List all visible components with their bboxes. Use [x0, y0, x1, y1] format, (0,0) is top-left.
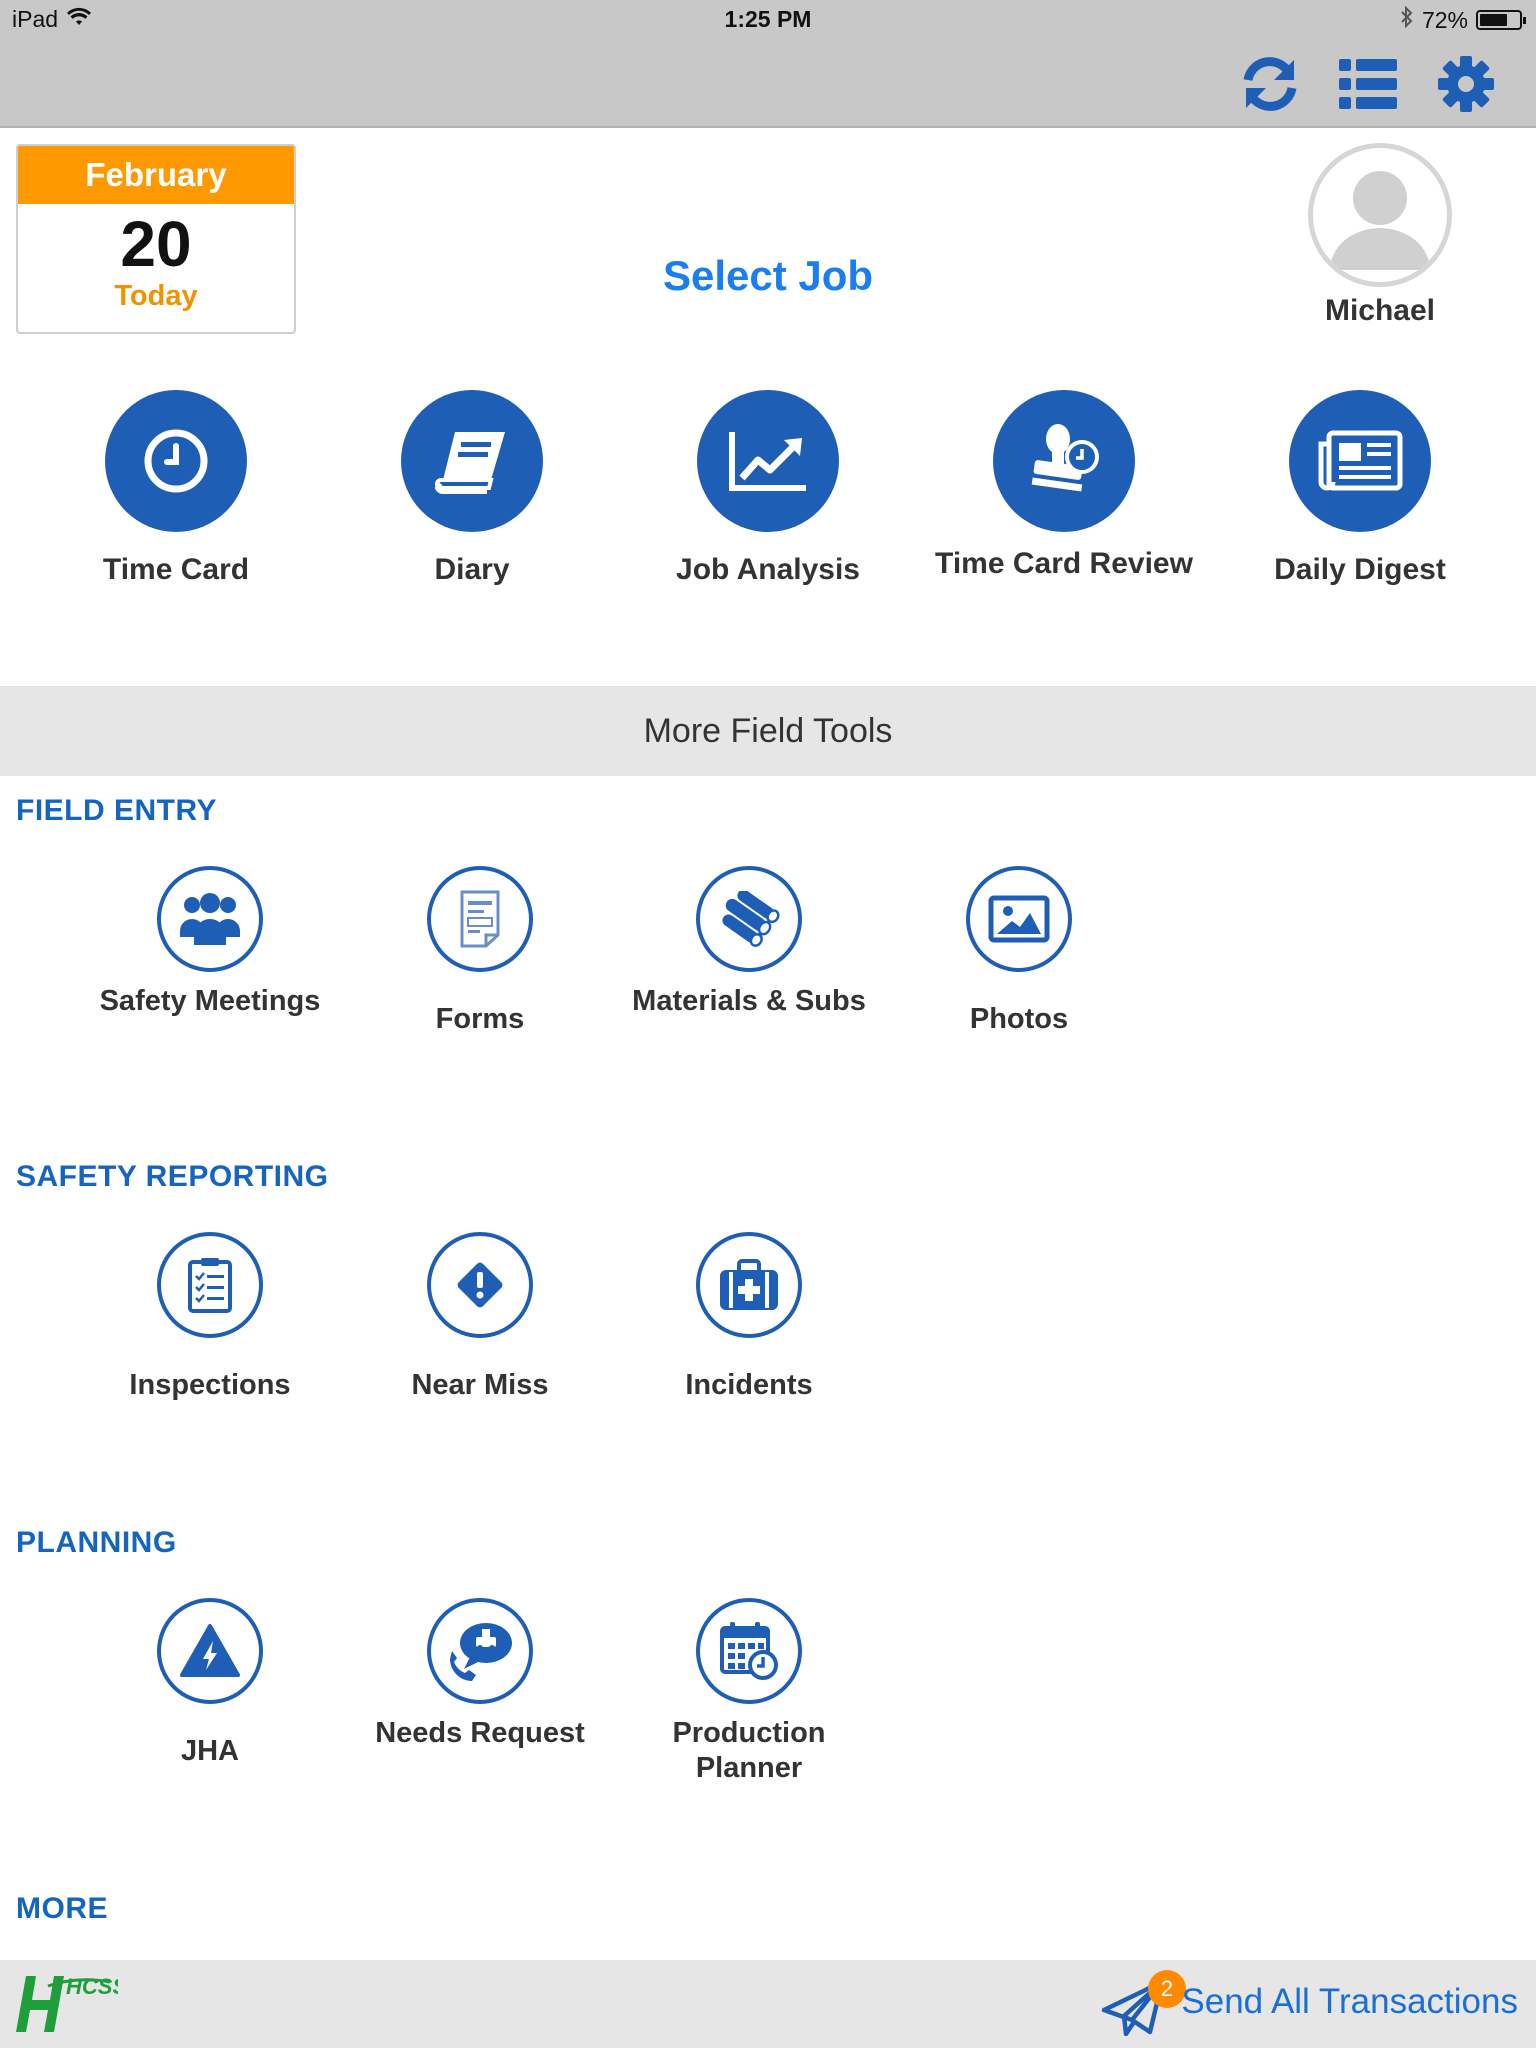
incidents-label: Incidents: [685, 1369, 813, 1401]
stamp-icon: [1031, 424, 1099, 492]
needs-request-circle: [427, 1598, 533, 1704]
photos-label: Photos: [969, 1003, 1069, 1035]
forms-tool[interactable]: Forms: [350, 866, 610, 1037]
near-miss-tool[interactable]: Near Miss: [350, 1232, 610, 1403]
production-planner-circle: [696, 1598, 802, 1704]
near-miss-circle: [427, 1232, 533, 1338]
bluetooth-icon: [1400, 5, 1414, 34]
time-card-label: Time Card: [102, 553, 250, 586]
materials-subs-tool[interactable]: Materials & Subs: [619, 866, 879, 1019]
daily-digest-circle: [1289, 390, 1431, 532]
pipes-icon: [722, 891, 780, 947]
battery-level: [1480, 14, 1507, 26]
jha-tool[interactable]: JHA: [80, 1598, 340, 1769]
job-analysis-label: Job Analysis: [676, 553, 860, 586]
needs-request-label: Needs Request: [375, 1717, 585, 1749]
newspaper-icon: [1318, 430, 1403, 491]
time-card-review-circle: [993, 390, 1135, 532]
forms-circle: [427, 866, 533, 972]
forms-label: Forms: [435, 1003, 525, 1035]
safety-meetings-tool[interactable]: Safety Meetings: [80, 866, 340, 1019]
sync-button[interactable]: [1238, 52, 1302, 116]
section-heading-planning: PLANNING: [16, 1526, 177, 1559]
photo-icon: [988, 895, 1050, 943]
daily-digest-tool[interactable]: Daily Digest: [1220, 390, 1500, 588]
hazard-triangle-icon: [180, 1624, 240, 1677]
inspections-label: Inspections: [129, 1369, 291, 1401]
calendar-clock-icon: [720, 1622, 778, 1680]
user-name: Michael: [1324, 294, 1436, 327]
incidents-circle: [696, 1232, 802, 1338]
warning-diamond-icon: [457, 1262, 503, 1308]
time-card-tool[interactable]: Time Card: [36, 390, 316, 588]
near-miss-label: Near Miss: [411, 1369, 549, 1401]
sync-icon: [1243, 57, 1297, 111]
forms-icon: [460, 890, 500, 948]
jha-circle: [157, 1598, 263, 1704]
clock-icon: [144, 429, 208, 493]
checklist-icon: [188, 1258, 232, 1313]
send-all-transactions-label[interactable]: Send All Transactions: [1181, 1982, 1518, 2022]
gear-icon: [1438, 56, 1494, 112]
select-job-link[interactable]: Select Job: [560, 252, 976, 300]
user-avatar-icon[interactable]: [1308, 143, 1452, 287]
inspections-tool[interactable]: Inspections: [80, 1232, 340, 1403]
date-today-label: Today: [114, 280, 198, 312]
safety-meetings-circle: [157, 866, 263, 972]
chart-icon: [729, 432, 806, 491]
first-aid-icon: [720, 1259, 778, 1310]
battery-percent: 72%: [1421, 6, 1468, 33]
daily-digest-label: Daily Digest: [1274, 553, 1446, 586]
jha-label: JHA: [180, 1735, 239, 1767]
section-heading-more: MORE: [16, 1892, 108, 1925]
date-month: February: [18, 146, 294, 204]
photos-circle: [966, 866, 1072, 972]
list-button[interactable]: [1336, 52, 1400, 116]
section-heading-safety-reporting: SAFETY REPORTING: [16, 1160, 329, 1193]
list-icon: [1339, 59, 1397, 109]
production-planner-tool[interactable]: Production Planner: [619, 1598, 879, 1786]
logo-text: HCSS: [66, 1974, 118, 1999]
more-field-tools-header: More Field Tools: [0, 686, 1536, 776]
diary-circle: [401, 390, 543, 532]
settings-button[interactable]: [1434, 52, 1498, 116]
job-analysis-circle: [697, 390, 839, 532]
incidents-tool[interactable]: Incidents: [619, 1232, 879, 1403]
diary-tool[interactable]: Diary: [332, 390, 612, 588]
safety-meetings-label: Safety Meetings: [99, 985, 321, 1017]
materials-subs-circle: [696, 866, 802, 972]
time-card-review-tool[interactable]: Time Card Review: [924, 390, 1204, 582]
status-time: 1:25 PM: [724, 6, 812, 32]
transactions-badge: 2: [1148, 1970, 1186, 2008]
battery-icon: [1476, 10, 1526, 30]
status-right: 72%: [1400, 5, 1526, 34]
materials-subs-label: Materials & Subs: [632, 985, 866, 1017]
diary-label: Diary: [434, 553, 510, 586]
time-card-review-label: Time Card Review: [935, 547, 1193, 580]
photos-tool[interactable]: Photos: [889, 866, 1149, 1037]
group-icon: [180, 893, 240, 945]
needs-request-tool[interactable]: Needs Request: [350, 1598, 610, 1751]
book-icon: [434, 432, 505, 494]
date-card[interactable]: February 20 Today: [16, 144, 296, 334]
section-heading-field-entry: FIELD ENTRY: [16, 794, 218, 827]
phone-request-icon: [450, 1623, 512, 1681]
hcss-logo: HCSS: [14, 1968, 127, 2043]
job-analysis-tool[interactable]: Job Analysis: [628, 390, 908, 588]
inspections-circle: [157, 1232, 263, 1338]
date-day: 20: [120, 208, 192, 280]
time-card-circle: [105, 390, 247, 532]
production-planner-label: Production Planner: [672, 1717, 826, 1784]
